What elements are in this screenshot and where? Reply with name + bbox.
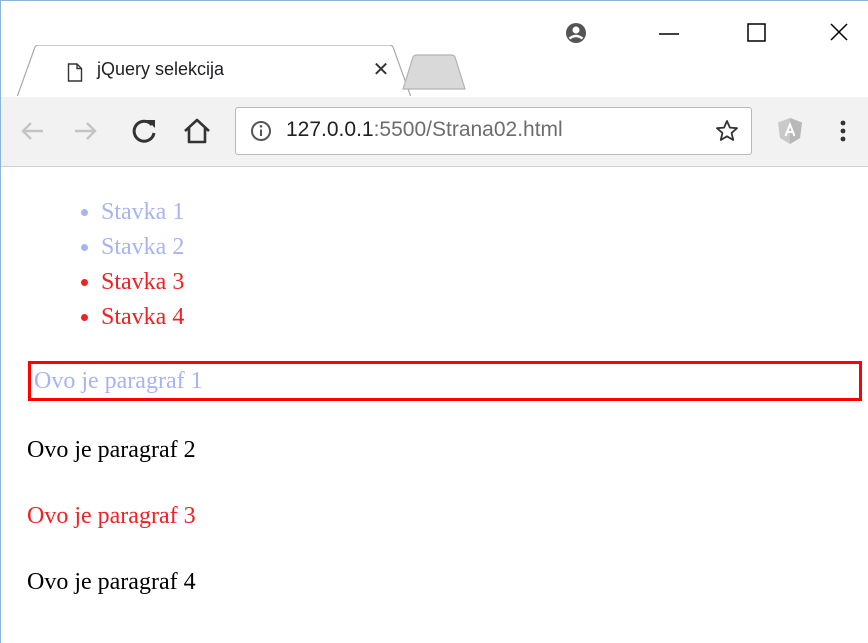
- browser-tab[interactable]: jQuery selekcija ✕: [17, 45, 411, 98]
- tab-title: jQuery selekcija: [97, 59, 225, 79]
- address-bar[interactable]: 127.0.0.1:5500/Strana02.html: [235, 107, 752, 155]
- list-item: Stavka 4: [101, 300, 184, 335]
- document-icon: [67, 63, 83, 82]
- forward-arrow-icon[interactable]: [69, 115, 101, 147]
- page-content: Stavka 1 Stavka 2 Stavka 3 Stavka 4 Ovo …: [1, 167, 868, 643]
- more-vertical-icon[interactable]: [835, 115, 851, 147]
- list-item: Stavka 1: [101, 195, 184, 230]
- paragraph-2: Ovo je paragraf 2: [27, 437, 196, 463]
- paragraph-1: Ovo je paragraf 1: [28, 361, 862, 401]
- info-icon[interactable]: [250, 120, 272, 142]
- new-tab-button[interactable]: [399, 53, 469, 91]
- home-icon[interactable]: [181, 115, 213, 147]
- paragraph-3: Ovo je paragraf 3: [27, 503, 196, 529]
- tab-close-icon[interactable]: ✕: [369, 57, 393, 81]
- list-item: Stavka 3: [101, 265, 184, 300]
- maximize-icon[interactable]: [734, 13, 780, 53]
- minimize-icon[interactable]: [646, 13, 692, 53]
- paragraph-4: Ovo je paragraf 4: [27, 569, 196, 595]
- title-bar: jQuery selekcija ✕: [1, 1, 868, 98]
- browser-window: jQuery selekcija ✕ 127.0.0.1:5500/Strana…: [0, 0, 868, 643]
- account-icon[interactable]: [553, 13, 599, 53]
- angular-extension-icon[interactable]: [777, 117, 803, 145]
- reload-icon[interactable]: [128, 115, 160, 147]
- address-url[interactable]: 127.0.0.1:5500/Strana02.html: [286, 118, 563, 142]
- url-path: :5500/Strana02.html: [373, 118, 563, 141]
- browser-toolbar: 127.0.0.1:5500/Strana02.html: [1, 97, 868, 167]
- back-arrow-icon[interactable]: [17, 115, 49, 147]
- url-host: 127.0.0.1: [286, 118, 374, 141]
- list-item: Stavka 2: [101, 230, 184, 265]
- item-list: Stavka 1 Stavka 2 Stavka 3 Stavka 4: [1, 195, 184, 335]
- close-icon[interactable]: [816, 13, 862, 53]
- star-icon[interactable]: [715, 119, 739, 143]
